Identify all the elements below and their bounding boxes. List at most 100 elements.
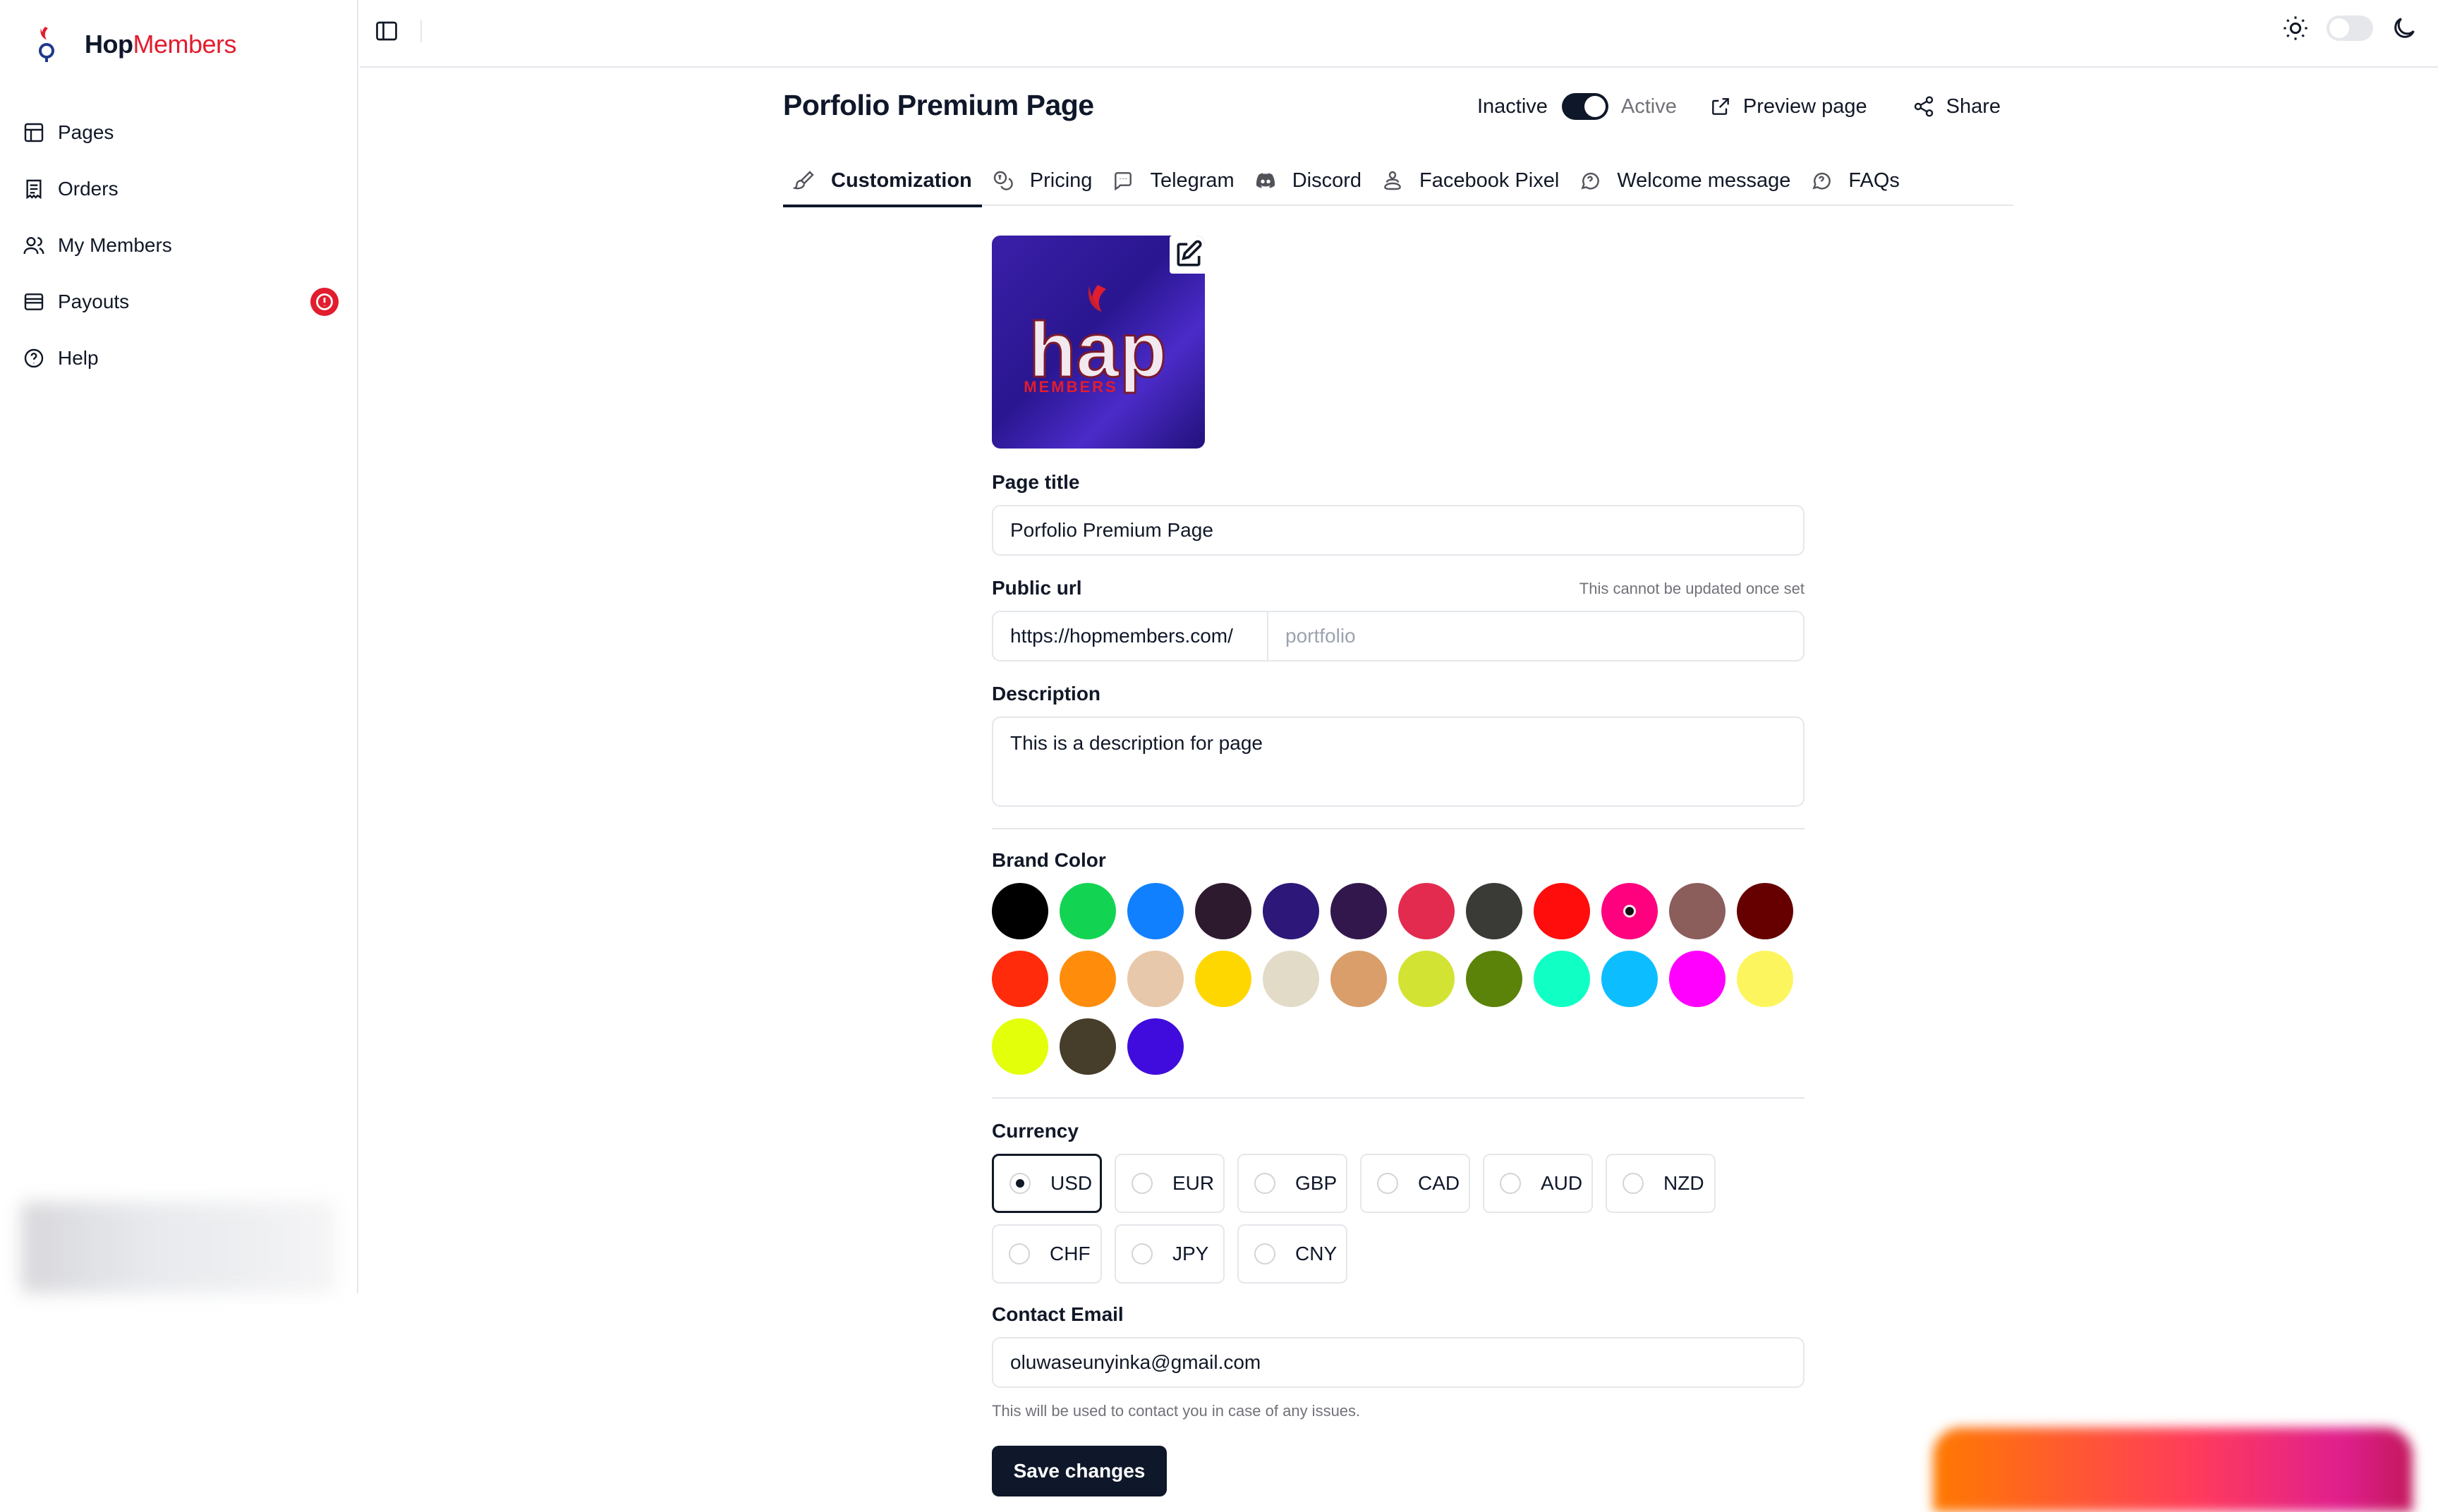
sidebar-nav: Pages Orders My Members Payouts Help <box>20 104 350 386</box>
sidebar-toggle-icon[interactable] <box>374 18 399 44</box>
currency-option-chf[interactable]: CHF <box>992 1224 1102 1284</box>
brand-color-swatch[interactable] <box>1737 951 1793 1007</box>
brand-color-swatch[interactable] <box>1195 883 1251 939</box>
brand-color-swatch[interactable] <box>1127 1018 1184 1075</box>
currency-label: Currency <box>992 1120 1079 1142</box>
tab-pricing[interactable]: Pricing <box>982 157 1103 205</box>
brand-color-swatch[interactable] <box>1330 951 1387 1007</box>
status-inactive-label: Inactive <box>1476 94 1548 118</box>
help-circle-icon <box>24 348 44 368</box>
public-url-group: https://hopmembers.com/ portfolio <box>992 611 1805 662</box>
brand-color-swatch[interactable] <box>992 951 1048 1007</box>
currency-option-usd[interactable]: USD <box>992 1154 1102 1213</box>
brand-color-swatch[interactable] <box>992 883 1048 939</box>
brand-color-swatch[interactable] <box>1737 883 1793 939</box>
brand-color-swatch[interactable] <box>1060 951 1116 1007</box>
brand-color-swatch[interactable] <box>1601 883 1658 939</box>
brand-color-swatch[interactable] <box>1669 951 1726 1007</box>
currency-option-gbp[interactable]: GBP <box>1237 1154 1347 1213</box>
brand-color-swatch[interactable] <box>1330 883 1387 939</box>
brand-color-swatch[interactable] <box>1534 951 1590 1007</box>
page-status-toggle[interactable] <box>1561 93 1608 120</box>
brand-color-swatch[interactable] <box>1060 1018 1116 1075</box>
page-title: Porfolio Premium Page <box>783 89 1094 121</box>
tab-label: FAQs <box>1848 169 1900 192</box>
alert-badge <box>310 288 339 316</box>
currency-option-cad[interactable]: CAD <box>1360 1154 1470 1213</box>
currency-option-nzd[interactable]: NZD <box>1606 1154 1716 1213</box>
radio-indicator <box>1254 1243 1275 1264</box>
moon-icon[interactable] <box>2390 14 2418 42</box>
settings-tabs: Customization Pricing Telegram Discord F… <box>783 157 2013 207</box>
page-avatar[interactable]: hap MEMBERS <box>992 236 1205 449</box>
currency-option-cny[interactable]: CNY <box>1237 1224 1347 1284</box>
description-textarea[interactable]: This is a description for page <box>992 717 1805 807</box>
brand-color-swatch[interactable] <box>1601 951 1658 1007</box>
save-changes-button[interactable]: Save changes <box>992 1446 1167 1496</box>
currency-code: GBP <box>1295 1172 1338 1194</box>
brand-color-label: Brand Color <box>992 849 1106 871</box>
message-icon <box>1581 172 1600 190</box>
preview-page-label: Preview page <box>1742 94 1867 118</box>
radio-indicator <box>1132 1243 1153 1264</box>
brand-color-swatch[interactable] <box>1466 951 1522 1007</box>
tab-customization[interactable]: Customization <box>783 157 982 207</box>
sidebar-item-payouts[interactable]: Payouts <box>20 274 350 330</box>
brand-color-swatch[interactable] <box>1398 883 1455 939</box>
brand-color-swatch[interactable] <box>1263 951 1319 1007</box>
contact-email-hint: This will be used to contact you in case… <box>992 1402 1361 1420</box>
sidebar-item-my-members[interactable]: My Members <box>20 217 350 274</box>
sidebar: HopMembers Pages Orders My Members Payou… <box>0 0 358 1293</box>
coins-icon <box>993 171 1013 190</box>
tab-label: Telegram <box>1150 169 1235 192</box>
brand-color-swatch[interactable] <box>992 1018 1048 1075</box>
tab-telegram[interactable]: Telegram <box>1102 157 1244 205</box>
currency-option-eur[interactable]: EUR <box>1115 1154 1225 1213</box>
tab-faqs[interactable]: FAQs <box>1800 157 1910 205</box>
faq-icon <box>1812 172 1831 190</box>
sidebar-item-pages[interactable]: Pages <box>20 104 350 161</box>
contact-email-input[interactable]: oluwaseunyinka@gmail.com <box>992 1337 1805 1388</box>
brand-color-swatch[interactable] <box>1127 951 1184 1007</box>
currency-option-jpy[interactable]: JPY <box>1115 1224 1225 1284</box>
sidebar-item-label: Payouts <box>58 291 130 312</box>
layout-icon <box>24 123 44 142</box>
brand[interactable]: HopMembers <box>31 25 237 63</box>
sidebar-item-orders[interactable]: Orders <box>20 161 350 217</box>
sidebar-item-label: My Members <box>58 234 172 256</box>
discord-icon <box>1256 173 1275 188</box>
brand-color-swatch[interactable] <box>1534 883 1590 939</box>
sun-icon[interactable] <box>2281 14 2310 42</box>
share-button[interactable]: Share <box>1912 95 2001 118</box>
status-active-label: Active <box>1620 94 1677 118</box>
brand-color-swatch[interactable] <box>1263 883 1319 939</box>
tab-label: Facebook Pixel <box>1419 169 1560 192</box>
page-title-input[interactable]: Porfolio Premium Page <box>992 505 1805 556</box>
brush-icon <box>793 171 814 190</box>
tab-label: Customization <box>831 169 972 192</box>
public-url-prefix: https://hopmembers.com/ <box>992 611 1268 662</box>
tab-label: Welcome message <box>1617 169 1791 192</box>
tab-welcome-message[interactable]: Welcome message <box>1569 157 1800 205</box>
radio-indicator <box>1009 1173 1031 1194</box>
radio-indicator <box>1500 1173 1521 1194</box>
brand-color-swatch[interactable] <box>1195 951 1251 1007</box>
currency-code: CNY <box>1295 1243 1338 1264</box>
brand-color-swatch[interactable] <box>1398 951 1455 1007</box>
user-profile-blurred[interactable] <box>21 1202 336 1293</box>
brand-color-swatch[interactable] <box>1466 883 1522 939</box>
currency-option-aud[interactable]: AUD <box>1483 1154 1593 1213</box>
radio-indicator <box>1623 1173 1644 1194</box>
brand-color-swatch[interactable] <box>1060 883 1116 939</box>
preview-page-button[interactable]: Preview page <box>1709 95 1867 118</box>
brand-color-swatch[interactable] <box>1669 883 1726 939</box>
tab-discord[interactable]: Discord <box>1244 157 1371 205</box>
floating-widget-blurred[interactable] <box>1933 1427 2413 1512</box>
share-icon <box>1914 96 1933 117</box>
public-url-slug-input[interactable]: portfolio <box>1268 611 1805 662</box>
theme-toggle[interactable] <box>2327 16 2373 41</box>
edit-avatar-button[interactable] <box>1170 236 1205 274</box>
sidebar-item-help[interactable]: Help <box>20 330 350 386</box>
tab-facebook-pixel[interactable]: Facebook Pixel <box>1371 157 1569 205</box>
brand-color-swatch[interactable] <box>1127 883 1184 939</box>
